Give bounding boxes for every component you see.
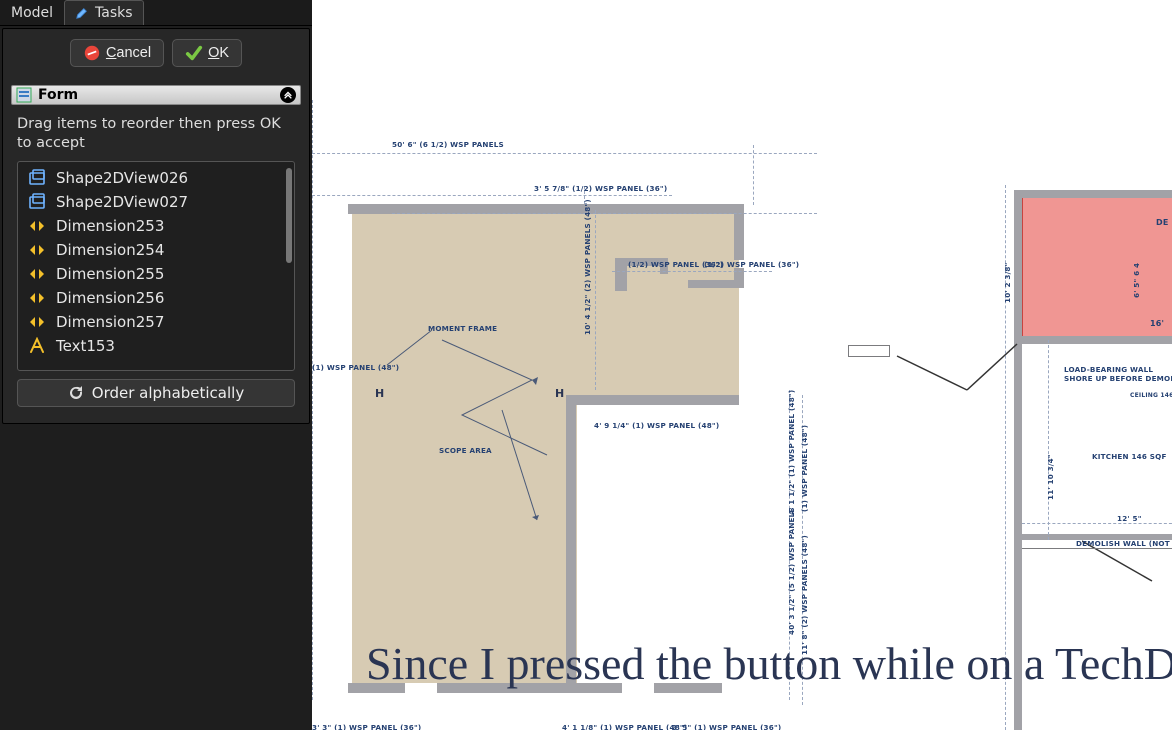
list-item[interactable]: Shape2DView026 bbox=[18, 166, 294, 190]
dim-label: 11' 10 3/4" bbox=[1046, 454, 1055, 500]
tab-model[interactable]: Model bbox=[0, 0, 64, 25]
dim-label: 4' 1 1/2" (1) WSP PANEL (48") bbox=[787, 390, 796, 515]
dim-icon bbox=[28, 313, 46, 331]
dim-label: 16' bbox=[1150, 319, 1164, 328]
line bbox=[1022, 548, 1172, 549]
annotation-label: CEILING 146' 0" bbox=[1130, 392, 1172, 399]
shape-icon bbox=[28, 169, 46, 187]
ok-button[interactable]: OK bbox=[172, 39, 242, 67]
task-panel: Cancel OK Form bbox=[2, 28, 310, 424]
dim-line bbox=[312, 100, 313, 700]
annotation-label: MOMENT FRAME bbox=[428, 324, 497, 333]
dim-label: 3' 3" (1) WSP PANEL (36") bbox=[312, 723, 421, 730]
dim-line bbox=[595, 210, 596, 390]
dim-label: 4' 9 1/4" (1) WSP PANEL (48") bbox=[594, 421, 719, 430]
form-hint: Drag items to reorder then press OK to a… bbox=[17, 115, 295, 153]
dim-icon bbox=[28, 241, 46, 259]
list-item-label: Dimension254 bbox=[56, 241, 164, 259]
door-swing bbox=[872, 330, 1072, 400]
dim-label: 6' 5" 6 4 bbox=[1132, 263, 1141, 298]
wall bbox=[729, 395, 739, 405]
order-alpha-button[interactable]: Order alphabetically bbox=[17, 379, 295, 407]
tab-label: Model bbox=[11, 5, 53, 21]
dim-line bbox=[1022, 523, 1172, 524]
plan-fill-mid bbox=[574, 208, 739, 403]
pencil-icon bbox=[75, 6, 89, 20]
task-sidebar: Model Tasks Cancel bbox=[0, 0, 312, 730]
list-item-label: Dimension256 bbox=[56, 289, 164, 307]
annotation-label: SHORE UP BEFORE DEMOLISHING bbox=[1064, 374, 1172, 383]
dim-line bbox=[612, 271, 772, 272]
dim-icon bbox=[28, 289, 46, 307]
annotation-arrows bbox=[382, 320, 582, 530]
cancel-label-rest: ancel bbox=[116, 45, 151, 61]
caption-overlay: Since I pressed the button while on a Te… bbox=[366, 637, 1172, 690]
check-icon bbox=[185, 44, 203, 62]
list-item-label: Shape2DView027 bbox=[56, 193, 188, 211]
form-title: Form bbox=[38, 87, 78, 103]
list-item[interactable]: Dimension253 bbox=[18, 214, 294, 238]
scrollbar-thumb[interactable] bbox=[286, 168, 292, 263]
wall bbox=[566, 395, 736, 405]
annotation-label: SCOPE AREA bbox=[439, 446, 492, 455]
list-item[interactable]: Text153 bbox=[18, 334, 294, 358]
dim-label: 50' 6" (6 1/2) WSP PANELS bbox=[392, 140, 504, 149]
tab-tasks[interactable]: Tasks bbox=[64, 0, 144, 25]
cancel-icon bbox=[83, 44, 101, 62]
dim-label: (1) WSP PANEL (48") bbox=[312, 363, 370, 372]
form-header[interactable]: Form bbox=[11, 85, 301, 105]
dim-label: 10' 4 1/2" (2) WSP PANELS (48") bbox=[583, 199, 592, 335]
list-item[interactable]: Dimension255 bbox=[18, 262, 294, 286]
list-item[interactable]: Shape2DView027 bbox=[18, 190, 294, 214]
list-item-label: Text153 bbox=[56, 337, 115, 355]
annotation-label: KITCHEN 146 SQF bbox=[1092, 452, 1167, 461]
list-item[interactable]: Dimension254 bbox=[18, 238, 294, 262]
list-item-label: Dimension257 bbox=[56, 313, 164, 331]
annotation-label: DE bbox=[1156, 218, 1169, 227]
h-marker: H bbox=[555, 387, 564, 400]
dim-label: 3' 5" (1) WSP PANEL (36") bbox=[672, 723, 781, 730]
dim-label: (1) WSP PANEL (48") bbox=[800, 425, 809, 512]
list-item-label: Shape2DView026 bbox=[56, 169, 188, 187]
h-marker: H bbox=[375, 387, 384, 400]
dim-label: 10' 2 3/8" bbox=[1003, 262, 1012, 303]
list-item[interactable]: Dimension257 bbox=[18, 310, 294, 334]
dim-label: 40' 3 1/2" (5 1/2) WSP PANELS bbox=[787, 507, 796, 635]
dim-label: (1/2) WSP PANEL (36") bbox=[704, 260, 799, 269]
dim-label: 4' 1 1/8" (1) WSP PANEL (48") bbox=[562, 723, 687, 730]
annotation-label: DEMOLISH WALL (NOT LOAD BE bbox=[1076, 539, 1172, 548]
dim-line bbox=[312, 153, 817, 154]
dim-line bbox=[312, 195, 672, 196]
dim-icon bbox=[28, 217, 46, 235]
dim-label: 12' 5" bbox=[1117, 514, 1142, 523]
text-icon bbox=[28, 337, 46, 355]
ok-label-rest: K bbox=[219, 45, 229, 61]
drawing-canvas[interactable]: H H 50' 6" (6 1/2) WSP PANELS 3' 5 7/8" … bbox=[312, 0, 1172, 730]
dim-icon bbox=[28, 265, 46, 283]
cancel-button[interactable]: Cancel bbox=[70, 39, 164, 67]
list-item-label: Dimension255 bbox=[56, 265, 164, 283]
wall bbox=[688, 280, 744, 288]
list-item[interactable]: Dimension256 bbox=[18, 286, 294, 310]
dim-line bbox=[392, 213, 817, 214]
wall bbox=[1014, 190, 1172, 198]
collapse-icon[interactable] bbox=[280, 87, 296, 103]
dim-label: 3' 5 7/8" (1/2) WSP PANEL (36") bbox=[534, 184, 667, 193]
annotation-label: LOAD-BEARING WALL bbox=[1064, 365, 1153, 374]
refresh-icon bbox=[68, 385, 84, 401]
dim-line bbox=[1048, 340, 1049, 540]
list-item-label: Dimension253 bbox=[56, 217, 164, 235]
shape-icon bbox=[28, 193, 46, 211]
tab-label: Tasks bbox=[95, 5, 133, 21]
dim-line bbox=[753, 145, 754, 205]
reorder-list[interactable]: Shape2DView026 Shape2DView027 Dimension2… bbox=[17, 161, 295, 371]
order-alpha-label: Order alphabetically bbox=[92, 384, 244, 402]
sidebar-tabs: Model Tasks bbox=[0, 0, 312, 26]
form-icon bbox=[16, 87, 32, 103]
